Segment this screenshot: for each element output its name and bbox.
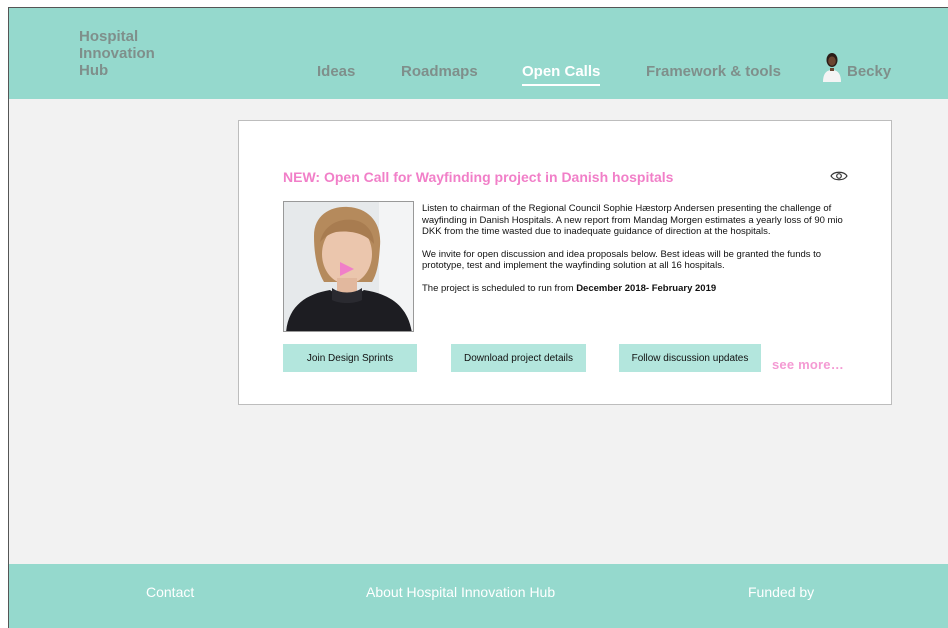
footer-about-link[interactable]: About Hospital Innovation Hub [366, 584, 555, 600]
nav-ideas[interactable]: Ideas [317, 63, 355, 80]
site-logo[interactable]: Hospital Innovation Hub [79, 28, 199, 79]
speaker-portrait [284, 202, 413, 331]
logo-line: Hospital [79, 28, 139, 45]
open-call-title[interactable]: NEW: Open Call for Wayfinding project in… [283, 169, 673, 185]
nav-open-calls[interactable]: Open Calls [522, 63, 601, 86]
schedule-prefix: The project is scheduled to run from [422, 282, 577, 294]
schedule-dates: December 2018- February 2019 [576, 282, 717, 294]
nav-framework-tools[interactable]: Framework & tools [646, 63, 781, 80]
active-nav-indicator [522, 84, 601, 86]
site-header: Hospital Innovation Hub Ideas Roadmaps O… [9, 8, 948, 99]
join-design-sprints-button[interactable]: Join Design Sprints [283, 344, 417, 372]
logo-line: Hub [79, 62, 109, 79]
nav-roadmaps[interactable]: Roadmaps [401, 63, 478, 80]
logo-line: Innovation [79, 45, 155, 62]
user-avatar-icon [823, 53, 841, 82]
open-call-card: NEW: Open Call for Wayfinding project in… [238, 120, 892, 405]
schedule-line: The project is scheduled to run from Dec… [422, 283, 852, 295]
follow-discussion-updates-button[interactable]: Follow discussion updates [619, 344, 761, 372]
open-call-description: Listen to chairman of the Regional Counc… [422, 203, 852, 305]
footer-funded-by-link[interactable]: Funded by [748, 584, 814, 600]
app-frame: Hospital Innovation Hub Ideas Roadmaps O… [8, 7, 948, 628]
description-paragraph: We invite for open discussion and idea p… [422, 248, 822, 272]
video-thumbnail[interactable] [283, 201, 414, 332]
download-project-details-button[interactable]: Download project details [451, 344, 586, 372]
see-more-link[interactable]: see more… [772, 357, 844, 372]
eye-icon[interactable] [830, 170, 848, 182]
site-footer: Contact About Hospital Innovation Hub Fu… [9, 564, 948, 628]
nav-open-calls-label: Open Calls [522, 63, 601, 80]
description-paragraph: Listen to chairman of the Regional Counc… [422, 203, 843, 237]
footer-contact-link[interactable]: Contact [146, 584, 194, 600]
user-name: Becky [847, 63, 892, 80]
